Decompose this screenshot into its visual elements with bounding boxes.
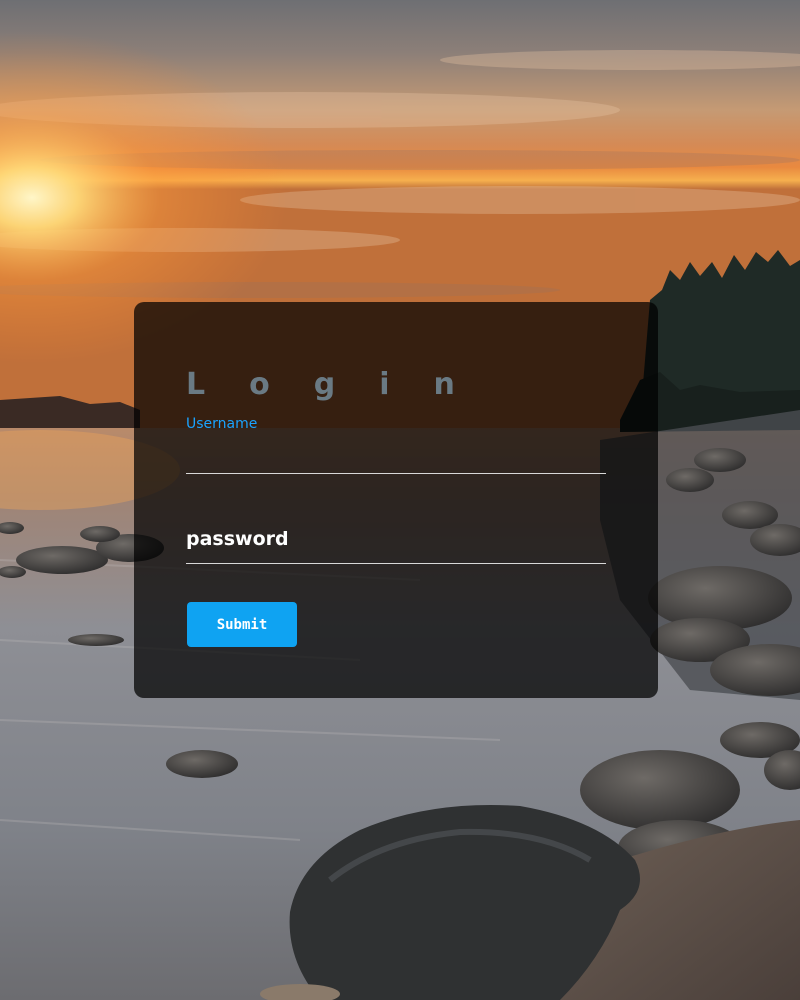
password-field[interactable]: password bbox=[186, 524, 606, 564]
login-title: Login bbox=[186, 368, 499, 402]
submit-button[interactable]: Submit bbox=[187, 602, 297, 647]
login-title-text: Login bbox=[186, 367, 499, 402]
username-field[interactable]: Username bbox=[186, 416, 606, 474]
username-label: Username bbox=[186, 416, 258, 432]
login-card: Login Username password Submit bbox=[134, 302, 658, 698]
password-label: password bbox=[186, 528, 289, 550]
